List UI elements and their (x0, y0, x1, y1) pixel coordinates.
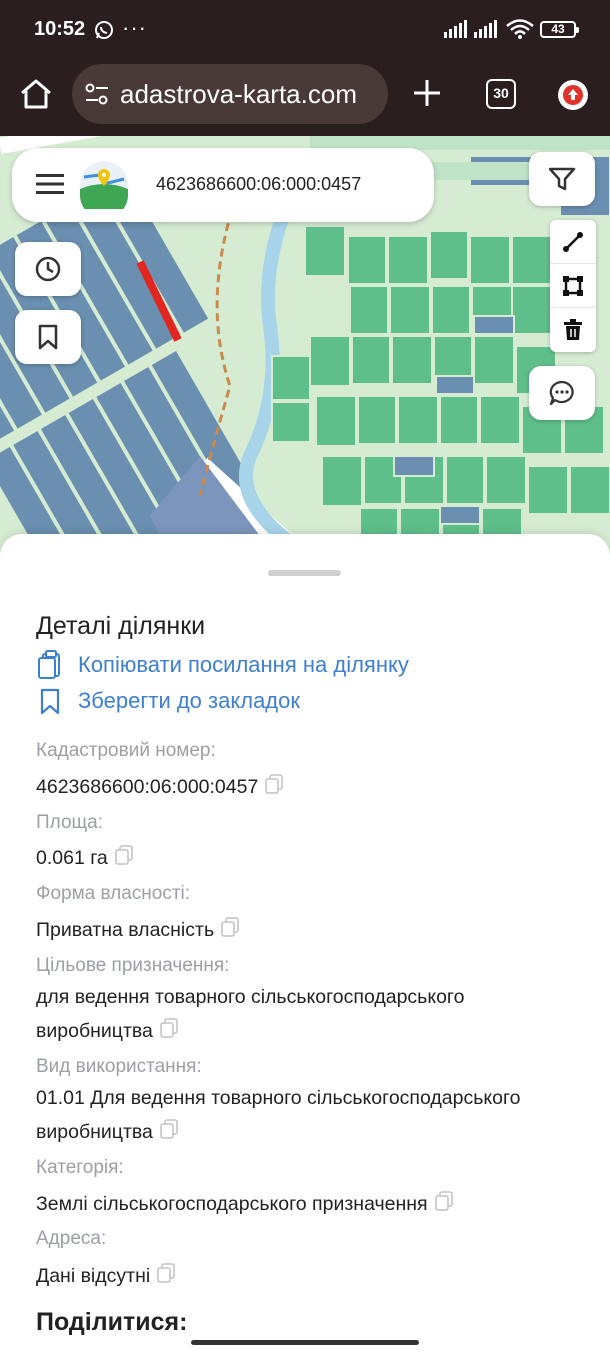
address-text: Дані відсутні (36, 1265, 151, 1287)
copy-link-label: Копіювати посилання на ділянку (78, 652, 409, 677)
signal-icon (444, 20, 467, 38)
hamburger-menu-icon[interactable] (36, 173, 64, 195)
status-time: 10:52 (34, 18, 86, 40)
ownership-text: Приватна власність (36, 919, 215, 941)
new-tab-icon[interactable] (410, 76, 444, 110)
battery-level: 43 (551, 22, 565, 36)
ownership-label: Форма власності: (36, 883, 191, 904)
bookmark-icon (38, 324, 58, 350)
tab-switcher-button[interactable]: 30 (486, 79, 516, 109)
purpose-label: Цільове призначення: (36, 955, 230, 976)
filter-button[interactable] (529, 152, 595, 206)
feedback-button[interactable] (529, 366, 595, 420)
copy-icon[interactable] (159, 1119, 179, 1139)
url-text: adastrova-karta.com (120, 79, 357, 109)
app-logo-icon (80, 161, 128, 209)
polygon-draw-icon (563, 275, 583, 296)
ownership-value: Приватна власність (36, 913, 586, 947)
share-heading: Поділитися: (36, 1308, 188, 1336)
cadastral-map[interactable] (0, 136, 610, 556)
purpose-value: для ведення товарного сільськогосподарсь… (36, 980, 536, 1048)
area-label: Площа: (36, 812, 104, 833)
category-text: Землі сільськогосподарського призначення (36, 1193, 428, 1215)
cadastral-number-text: 4623686600:06:000:0457 (36, 776, 259, 798)
usage-label: Вид використання: (36, 1056, 202, 1077)
bookmark-icon (40, 688, 60, 715)
clipboard-icon (38, 650, 60, 679)
usage-value: 01.01 Для ведення товарного сільськогосп… (36, 1081, 584, 1149)
sheet-drag-handle[interactable] (268, 570, 341, 576)
area-value: 0.061 га (36, 841, 586, 875)
copy-icon[interactable] (114, 845, 134, 865)
copy-icon[interactable] (159, 1018, 179, 1038)
home-icon[interactable] (18, 76, 54, 112)
copy-icon[interactable] (434, 1191, 454, 1211)
gesture-nav-bar[interactable] (191, 1340, 419, 1345)
wifi-icon (506, 19, 534, 39)
address-value: Дані відсутні (36, 1259, 586, 1293)
chat-bubble-icon (549, 380, 574, 406)
clock-icon (35, 256, 61, 282)
measure-area-button[interactable] (550, 264, 596, 308)
purpose-text: для ведення товарного сільськогосподарсь… (36, 986, 465, 1042)
parcel-details-sheet: Деталі ділянки Копіювати посилання на ді… (0, 534, 610, 1356)
delete-drawing-button[interactable] (550, 308, 596, 352)
trash-icon (564, 319, 582, 340)
copy-icon[interactable] (156, 1263, 176, 1283)
category-label: Категорія: (36, 1157, 124, 1178)
whatsapp-icon (95, 21, 113, 39)
category-value: Землі сільськогосподарського призначення (36, 1187, 586, 1221)
measure-line-button[interactable] (550, 220, 596, 264)
history-button[interactable] (15, 242, 81, 296)
cadastral-number-label: Кадастровий номер: (36, 740, 216, 761)
cadastral-search-input[interactable] (152, 164, 404, 204)
cadastral-number-value: 4623686600:06:000:0457 (36, 770, 586, 804)
drawing-tools (550, 220, 596, 352)
address-label: Адреса: (36, 1228, 107, 1249)
update-button[interactable] (558, 80, 588, 110)
site-settings-icon[interactable] (84, 82, 110, 106)
copy-icon[interactable] (264, 774, 284, 794)
address-bar[interactable]: adastrova-karta.com (72, 64, 388, 124)
filter-icon (548, 167, 576, 191)
search-panel (12, 148, 434, 222)
line-draw-icon (563, 231, 583, 252)
copy-icon[interactable] (220, 917, 240, 937)
status-bar: 10:52 ··· 43 (0, 0, 610, 58)
browser-toolbar: adastrova-karta.com 30 (0, 58, 610, 136)
save-bookmark-label: Зберегти до закладок (78, 688, 300, 713)
area-text: 0.061 га (36, 847, 108, 869)
usage-text: 01.01 Для ведення товарного сільськогосп… (36, 1087, 521, 1143)
battery-icon: 43 (540, 21, 579, 38)
more-notifications-icon: ··· (122, 15, 147, 40)
arrow-up-icon (563, 85, 583, 105)
bookmarks-button[interactable] (15, 310, 81, 364)
sheet-title: Деталі ділянки (36, 612, 206, 640)
signal-icon-2 (474, 20, 497, 38)
